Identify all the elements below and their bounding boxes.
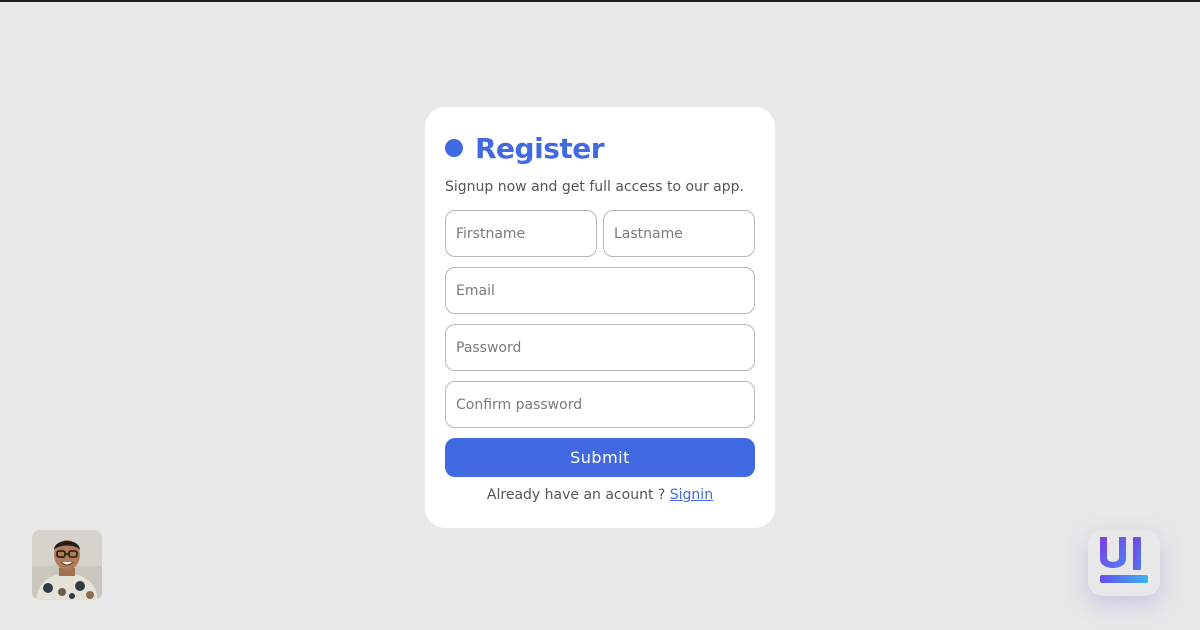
avatar[interactable]	[32, 530, 102, 600]
password-field-wrapper	[445, 324, 755, 371]
signin-prompt: Already have an acount ?	[486, 487, 666, 503]
avatar-image	[32, 530, 102, 600]
signin-row: Already have an acount ? Signin	[425, 487, 775, 503]
lastname-field[interactable]	[604, 211, 754, 256]
register-card: Register Signup now and get full access …	[425, 107, 775, 528]
form-title: Register	[475, 131, 605, 165]
title-row: Register	[445, 130, 605, 166]
submit-button[interactable]: Submit	[445, 438, 755, 477]
email-field[interactable]	[446, 268, 754, 313]
top-border	[0, 0, 1200, 2]
lastname-field-wrapper	[603, 210, 755, 257]
firstname-field[interactable]	[446, 211, 596, 256]
dot-icon	[445, 139, 463, 157]
email-field-wrapper	[445, 267, 755, 314]
ui-logo-icon	[1088, 530, 1160, 596]
firstname-field-wrapper	[445, 210, 597, 257]
password-field[interactable]	[446, 325, 754, 370]
confirm-password-field-wrapper	[445, 381, 755, 428]
form-subtitle: Signup now and get full access to our ap…	[445, 179, 744, 195]
signin-link[interactable]: Signin	[670, 487, 713, 503]
confirm-password-field[interactable]	[446, 382, 754, 427]
